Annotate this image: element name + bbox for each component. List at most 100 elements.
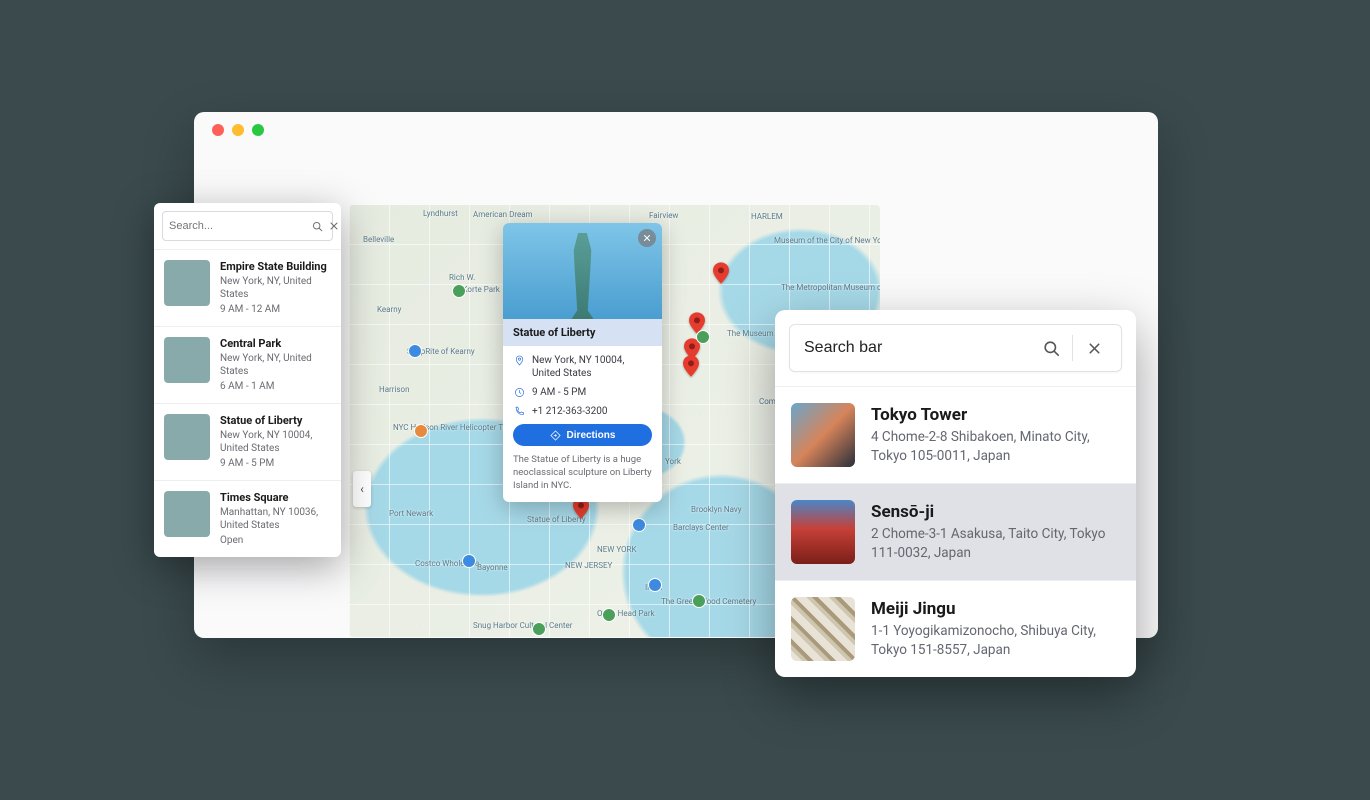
map-collapse-button[interactable]: ‹ (353, 471, 371, 507)
place-thumbnail (164, 337, 210, 383)
map-label: Belleville (363, 235, 394, 244)
search-icon (1042, 339, 1061, 358)
small-search-button[interactable] (311, 215, 324, 237)
big-list-item[interactable]: Tokyo Tower 4 Chome-2-8 Shibakoen, Minat… (775, 387, 1136, 484)
popup-hero-image (503, 223, 662, 319)
small-list-item[interactable]: Times Square Manhattan, NY 10036, United… (154, 480, 341, 557)
map-pin-icon[interactable] (683, 355, 699, 377)
place-hours: 9 AM - 5 PM (220, 457, 331, 470)
map-label: NEW JERSEY (565, 561, 612, 570)
big-list-item[interactable]: Sensō-ji 2 Chome-3-1 Asakusa, Taito City… (775, 484, 1136, 581)
place-thumbnail (164, 414, 210, 460)
map-poi-icon (409, 345, 421, 357)
small-list-item[interactable]: Statue of Liberty New York, NY 10004, Un… (154, 403, 341, 480)
phone-icon (513, 405, 525, 417)
map-poi-icon (603, 609, 615, 621)
big-search-bar[interactable] (789, 324, 1122, 372)
map-label: The Metropolitan Museum of Art (781, 283, 880, 292)
place-thumbnail (791, 500, 855, 564)
map-label: Rich W. (449, 273, 475, 282)
statue-illustration (561, 233, 605, 319)
place-address: 4 Chome-2-8 Shibakoen, Minato City, Toky… (871, 428, 1120, 464)
directions-button-label: Directions (567, 430, 616, 441)
place-thumbnail (164, 491, 210, 537)
window-maximize-dot[interactable] (252, 124, 264, 136)
small-search-bar[interactable] (162, 211, 333, 241)
map-label: Kearny (377, 305, 401, 314)
map-poi-icon (533, 623, 545, 635)
map-label: Lyndhurst (423, 209, 458, 218)
place-title: Empire State Building (220, 260, 331, 273)
place-title: Central Park (220, 337, 331, 350)
map-label: NYC Hudson River Helicopter Tours (393, 423, 519, 432)
map-label: Snug Harbor Cultural Center (473, 621, 572, 630)
map-label: York (665, 457, 681, 466)
map-label: Barclays Center (673, 523, 729, 532)
popup-phone-row: +1 212-363-3200 (513, 405, 652, 418)
close-icon (1086, 340, 1103, 357)
place-popup: Statue of Liberty New York, NY 10004, Un… (503, 223, 662, 502)
window-titlebar (194, 112, 1158, 148)
place-address: Manhattan, NY 10036, United States (220, 506, 331, 532)
map-label: Bayonne (477, 563, 508, 572)
places-sidebar-large: Tokyo Tower 4 Chome-2-8 Shibakoen, Minat… (775, 310, 1136, 677)
map-poi-icon (633, 519, 645, 531)
big-clear-button[interactable] (1077, 331, 1111, 365)
small-search-input[interactable] (169, 220, 311, 232)
popup-description: The Statue of Liberty is a huge neoclass… (513, 454, 652, 492)
small-list-item[interactable]: Empire State Building New York, NY, Unit… (154, 249, 341, 326)
popup-address-row: New York, NY 10004, United States (513, 354, 652, 380)
directions-button[interactable]: Directions (513, 424, 652, 446)
directions-icon (550, 430, 561, 441)
map-poi-icon (415, 425, 427, 437)
big-list-item[interactable]: Meiji Jingu 1-1 Yoyogikamizonocho, Shibu… (775, 581, 1136, 677)
place-thumbnail (791, 403, 855, 467)
popup-title: Statue of Liberty (503, 319, 662, 346)
place-address: New York, NY, United States (220, 275, 331, 301)
popup-close-button[interactable] (638, 229, 656, 247)
place-address: 1-1 Yoyogikamizonocho, Shibuya City, Tok… (871, 622, 1120, 658)
small-list-item[interactable]: Central Park New York, NY, United States… (154, 326, 341, 403)
place-thumbnail (791, 597, 855, 661)
place-title: Tokyo Tower (871, 405, 1120, 425)
location-pin-icon (513, 354, 525, 366)
big-search-input[interactable] (804, 339, 1034, 357)
place-address: New York, NY, United States (220, 352, 331, 378)
popup-phone: +1 212-363-3200 (532, 405, 608, 418)
place-title: Statue of Liberty (220, 414, 331, 427)
map-label: HARLEM (751, 212, 783, 221)
map-label: Port Newark (389, 509, 433, 518)
place-address: 2 Chome-3-1 Asakusa, Taito City, Tokyo 1… (871, 525, 1120, 561)
map-pin-icon[interactable] (713, 262, 729, 284)
window-minimize-dot[interactable] (232, 124, 244, 136)
map-poi-icon (693, 595, 705, 607)
place-hours: 6 AM - 1 AM (220, 380, 331, 393)
place-hours: 9 AM - 12 AM (220, 303, 331, 316)
clock-icon (513, 386, 525, 398)
big-search-button[interactable] (1034, 331, 1068, 365)
map-label: Brooklyn Navy (691, 505, 742, 514)
map-poi-icon (453, 285, 465, 297)
map-label: The Green-Wood Cemetery (661, 597, 756, 606)
place-hours: Open (220, 534, 331, 547)
map-label: Museum of the City of New York (774, 236, 880, 245)
map-label: Fairview (649, 211, 678, 220)
close-icon (328, 220, 340, 232)
popup-hours: 9 AM - 5 PM (532, 386, 586, 399)
place-thumbnail (164, 260, 210, 306)
place-title: Times Square (220, 491, 331, 504)
map-label: American Dream (473, 210, 533, 219)
small-clear-button[interactable] (328, 215, 340, 237)
popup-address: New York, NY 10004, United States (532, 354, 652, 380)
map-label: Harrison (379, 385, 410, 394)
map-poi-icon (697, 331, 709, 343)
places-sidebar-small: Empire State Building New York, NY, Unit… (154, 203, 341, 557)
map-poi-icon (463, 555, 475, 567)
map-label: NEW YORK (597, 545, 636, 554)
search-icon (311, 220, 324, 233)
popup-hours-row: 9 AM - 5 PM (513, 386, 652, 399)
map-poi-icon (649, 579, 661, 591)
window-close-dot[interactable] (212, 124, 224, 136)
place-address: New York, NY 10004, United States (220, 429, 331, 455)
close-icon (642, 233, 652, 243)
